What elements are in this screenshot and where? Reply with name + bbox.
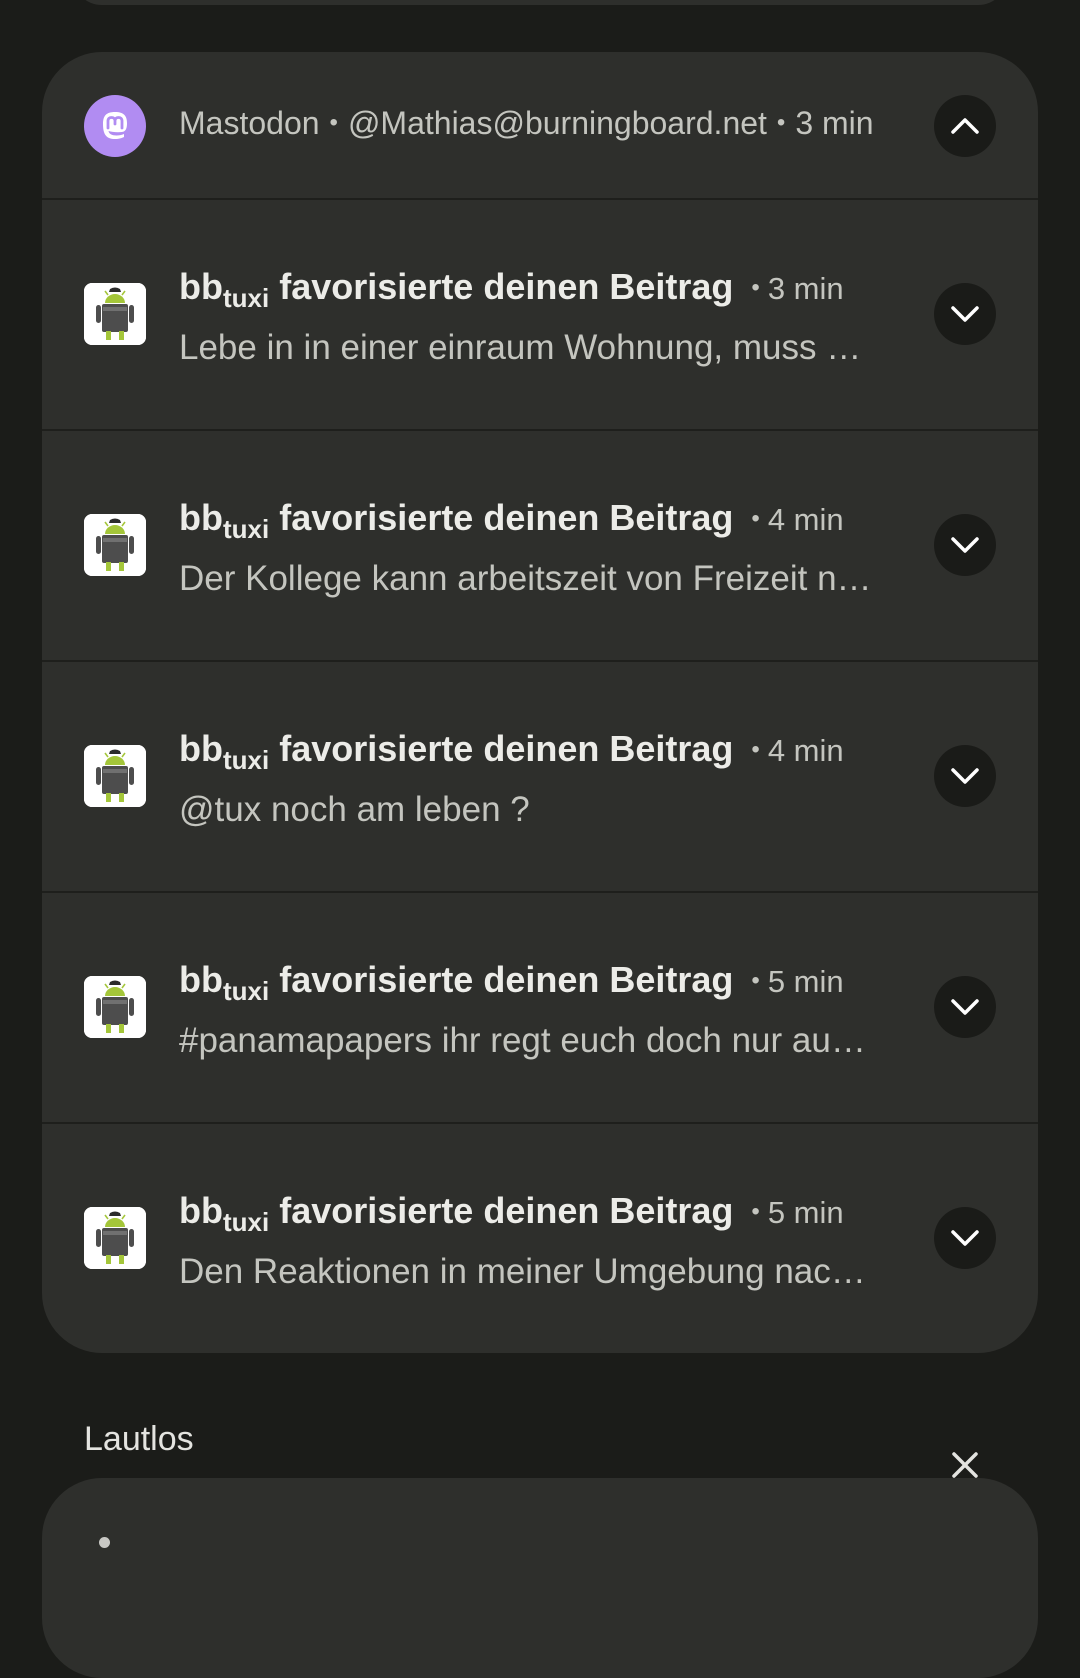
notification-title: bbtuxi favorisierte deinen Beitrag • 3 mi… — [179, 266, 844, 314]
notification-item[interactable]: bbtuxi favorisierte deinen Beitrag • 3 mi… — [42, 200, 1038, 431]
notification-item[interactable]: bbtuxi favorisierte deinen Beitrag • 5 mi… — [42, 1124, 1038, 1353]
separator: • — [751, 1198, 760, 1225]
sender-name: bb — [179, 728, 223, 769]
separator: • — [751, 967, 760, 994]
notification-text: #panamapapers ihr regt euch doch nur au… — [179, 1021, 866, 1060]
sender-name: bb — [179, 959, 223, 1000]
separator: • — [751, 736, 760, 763]
expand-notification-button[interactable] — [934, 976, 996, 1038]
close-icon[interactable] — [948, 1448, 982, 1482]
android-avatar-icon — [84, 514, 146, 576]
chevron-up-icon — [951, 118, 979, 134]
notification-action: favorisierte deinen Beitrag — [279, 1190, 734, 1231]
notification-text: Der Kollege kann arbeitszeit von Freizei… — [179, 559, 872, 598]
chevron-down-icon — [951, 999, 979, 1015]
group-time: 3 min — [795, 105, 874, 141]
android-avatar-icon — [84, 283, 146, 345]
sender-name-subscript: tuxi — [222, 283, 270, 313]
notification-action: favorisierte deinen Beitrag — [279, 266, 734, 307]
sender-name-subscript: tuxi — [222, 514, 270, 544]
sender-name: bb — [179, 266, 223, 307]
separator: • — [751, 505, 760, 532]
notification-time: 5 min — [767, 964, 844, 999]
notification-action: favorisierte deinen Beitrag — [279, 959, 734, 1000]
account-name: @Mathias@burningboard.net — [347, 105, 767, 141]
notification-action: favorisierte deinen Beitrag — [279, 728, 734, 769]
notification-text: @tux noch am leben ? — [179, 790, 530, 829]
notification-time: 3 min — [767, 271, 844, 306]
notification-action: favorisierte deinen Beitrag — [279, 497, 734, 538]
notification-time: 4 min — [767, 502, 844, 537]
notification-title: bbtuxi favorisierte deinen Beitrag • 4 mi… — [179, 497, 844, 545]
expand-notification-button[interactable] — [934, 514, 996, 576]
group-header-text: Mastodon • @Mathias@burningboard.net • 3 min — [179, 105, 874, 142]
sender-name: bb — [179, 497, 223, 538]
notification-title: bbtuxi favorisierte deinen Beitrag • 5 mi… — [179, 1190, 844, 1238]
notification-dot — [99, 1537, 110, 1548]
app-name: Mastodon — [179, 105, 320, 141]
android-avatar-icon — [84, 976, 146, 1038]
silent-notification-card[interactable] — [42, 1478, 1038, 1678]
silent-section-label: Lautlos — [84, 1420, 194, 1458]
sender-name-subscript: tuxi — [222, 976, 270, 1006]
notification-text: Den Reaktionen in meiner Umgebung nac… — [179, 1252, 866, 1291]
notification-title: bbtuxi favorisierte deinen Beitrag • 5 mi… — [179, 959, 844, 1007]
previous-notification-card[interactable] — [72, 0, 1008, 5]
chevron-down-icon — [951, 537, 979, 553]
expand-notification-button[interactable] — [934, 1207, 996, 1269]
separator: • — [776, 109, 786, 136]
group-header[interactable]: Mastodon • @Mathias@burningboard.net • 3 min — [42, 52, 1038, 200]
notification-title: bbtuxi favorisierte deinen Beitrag • 4 mi… — [179, 728, 844, 776]
chevron-down-icon — [951, 768, 979, 784]
notification-item[interactable]: bbtuxi favorisierte deinen Beitrag • 4 mi… — [42, 662, 1038, 893]
expand-notification-button[interactable] — [934, 283, 996, 345]
notification-time: 4 min — [767, 733, 844, 768]
sender-name-subscript: tuxi — [222, 745, 270, 775]
android-avatar-icon — [84, 1207, 146, 1269]
sender-name: bb — [179, 1190, 223, 1231]
notification-item[interactable]: bbtuxi favorisierte deinen Beitrag • 4 mi… — [42, 431, 1038, 662]
separator: • — [329, 109, 338, 136]
chevron-down-icon — [951, 1230, 979, 1246]
sender-name-subscript: tuxi — [222, 1207, 270, 1237]
notification-text: Lebe in in einer einraum Wohnung, muss … — [179, 328, 862, 367]
notification-time: 5 min — [767, 1195, 844, 1230]
notification-item[interactable]: bbtuxi favorisierte deinen Beitrag • 5 mi… — [42, 893, 1038, 1124]
mastodon-icon — [84, 95, 146, 157]
android-avatar-icon — [84, 745, 146, 807]
chevron-down-icon — [951, 306, 979, 322]
separator: • — [751, 274, 760, 301]
expand-notification-button[interactable] — [934, 745, 996, 807]
collapse-group-button[interactable] — [934, 95, 996, 157]
mastodon-notification-group[interactable]: Mastodon • @Mathias@burningboard.net • 3 min — [42, 52, 1038, 1353]
